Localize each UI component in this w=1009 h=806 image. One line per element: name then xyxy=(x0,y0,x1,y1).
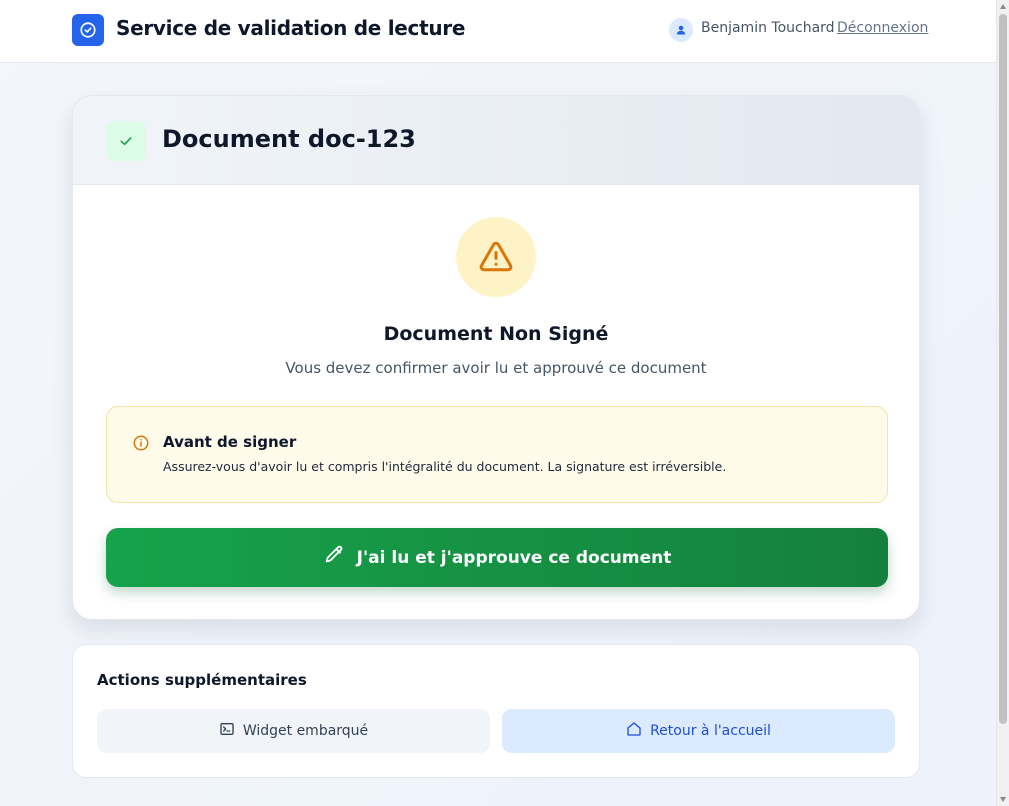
info-circle-icon xyxy=(132,434,150,456)
logout-link[interactable]: Déconnexion xyxy=(837,20,928,36)
status-subtitle: Vous devez confirmer avoir lu et approuv… xyxy=(285,359,707,377)
user-name: Benjamin Touchard xyxy=(701,20,835,36)
additional-actions-card: Actions supplémentaires Widget embarqué … xyxy=(72,644,920,778)
sign-button-label: J'ai lu et j'approuve ce document xyxy=(356,547,672,568)
actions-title: Actions supplémentaires xyxy=(97,671,307,689)
warning-triangle-icon xyxy=(456,217,536,297)
back-to-home-button[interactable]: Retour à l'accueil xyxy=(502,709,895,753)
vertical-scrollbar[interactable] xyxy=(996,0,1009,806)
status-title: Document Non Signé xyxy=(383,323,609,345)
sign-document-button[interactable]: J'ai lu et j'approuve ce document xyxy=(106,528,888,587)
back-to-home-label: Retour à l'accueil xyxy=(650,723,771,739)
scrollbar-thumb[interactable] xyxy=(999,14,1007,724)
top-header: Service de validation de lecture Benjami… xyxy=(0,0,996,63)
notice-box: Avant de signer Assurez-vous d'avoir lu … xyxy=(106,406,888,503)
scroll-up-arrow-icon[interactable] xyxy=(1000,4,1006,9)
check-circle-icon xyxy=(72,14,104,46)
document-card-header: Document doc-123 xyxy=(73,96,919,185)
terminal-icon xyxy=(219,721,235,741)
user-icon xyxy=(669,18,693,42)
pencil-icon xyxy=(323,544,345,571)
home-icon xyxy=(626,721,642,741)
notice-text: Assurez-vous d'avoir lu et compris l'int… xyxy=(163,459,727,474)
embedded-widget-label: Widget embarqué xyxy=(242,723,369,739)
notice-title: Avant de signer xyxy=(163,433,297,451)
scroll-down-arrow-icon[interactable] xyxy=(1000,797,1006,802)
app-title: Service de validation de lecture xyxy=(116,16,466,40)
document-card: Document doc-123 Document Non Signé Vous… xyxy=(72,95,920,620)
document-title: Document doc-123 xyxy=(162,125,416,153)
check-icon xyxy=(106,121,146,161)
page: Service de validation de lecture Benjami… xyxy=(0,0,996,806)
embedded-widget-button[interactable]: Widget embarqué xyxy=(97,709,490,753)
